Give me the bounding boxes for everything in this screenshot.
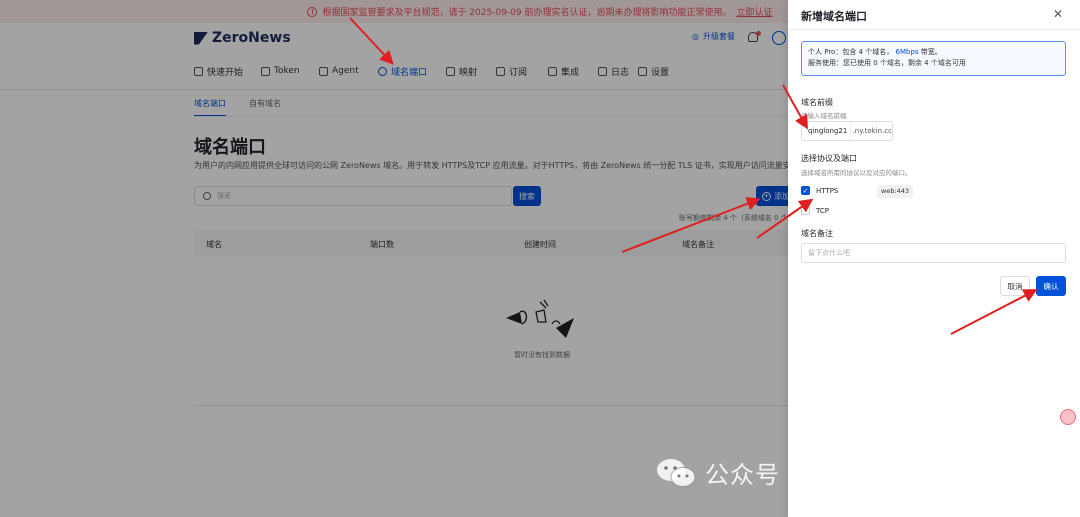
info-text: 个域名可用 [930,59,966,67]
https-label: HTTPS [816,186,839,195]
domain-prefix-input[interactable]: qinglong21 .ny.tokin.cc [801,121,893,141]
https-port-tag: web:443 [877,185,914,198]
info-used: 0 [873,59,878,67]
info-left: 4 [924,59,929,67]
info-text: 个域名， [865,48,894,56]
https-option[interactable]: ✓ HTTPS [801,186,838,195]
assistant-float-icon[interactable] [1060,409,1076,425]
cancel-button[interactable]: 取消 [1000,276,1030,296]
plan-info-box: 个人 Pro：包含 4 个域名， 6Mbps 带宽。 服务使用：您已使用 0 个… [801,41,1066,76]
confirm-button[interactable]: 确认 [1036,276,1066,296]
prefix-label: 域名前缀 [801,98,833,107]
drawer-title: 新增域名端口 [801,10,867,23]
prefix-value: qinglong21 [808,127,848,135]
add-domain-drawer: 新增域名端口 ✕ 个人 Pro：包含 4 个域名， 6Mbps 带宽。 服务使用… [788,0,1080,517]
info-text: 个域名，剩余 [879,59,922,67]
watermark-text: 公众号 · 小明同学的笔记 [705,461,981,489]
watermark: 公众号 · 小明同学的笔记 [655,455,981,490]
info-text: 服务使用：您已使用 [808,59,871,67]
protocol-hint: 选择域名所需的协议以及对应的端口。 [801,169,912,177]
info-text: 个人 Pro：包含 [808,48,857,56]
tcp-option[interactable]: TCP [801,206,829,215]
info-count: 4 [858,48,864,56]
info-text: 带宽。 [920,48,942,56]
domain-suffix: .ny.tokin.cc [849,122,892,140]
note-label: 域名备注 [801,229,833,238]
plan-info-line1: 个人 Pro：包含 4 个域名， 6Mbps 带宽。 [808,47,1059,58]
https-checkbox[interactable]: ✓ [801,186,810,195]
protocol-label: 选择协议及端口 [801,154,857,163]
plan-info-line2: 服务使用：您已使用 0 个域名，剩余 4 个域名可用 [808,58,1059,69]
info-bandwidth: 6Mbps [895,48,919,56]
drawer-divider [788,29,1080,30]
note-placeholder: 留下点什么吧 [808,249,850,257]
tcp-checkbox[interactable] [801,206,810,215]
prefix-hint: 请输入域名前缀 [801,112,847,120]
close-icon[interactable]: ✕ [1051,7,1065,21]
note-input[interactable]: 留下点什么吧 [801,243,1066,263]
wechat-icon [657,458,696,487]
tcp-label: TCP [816,206,829,215]
